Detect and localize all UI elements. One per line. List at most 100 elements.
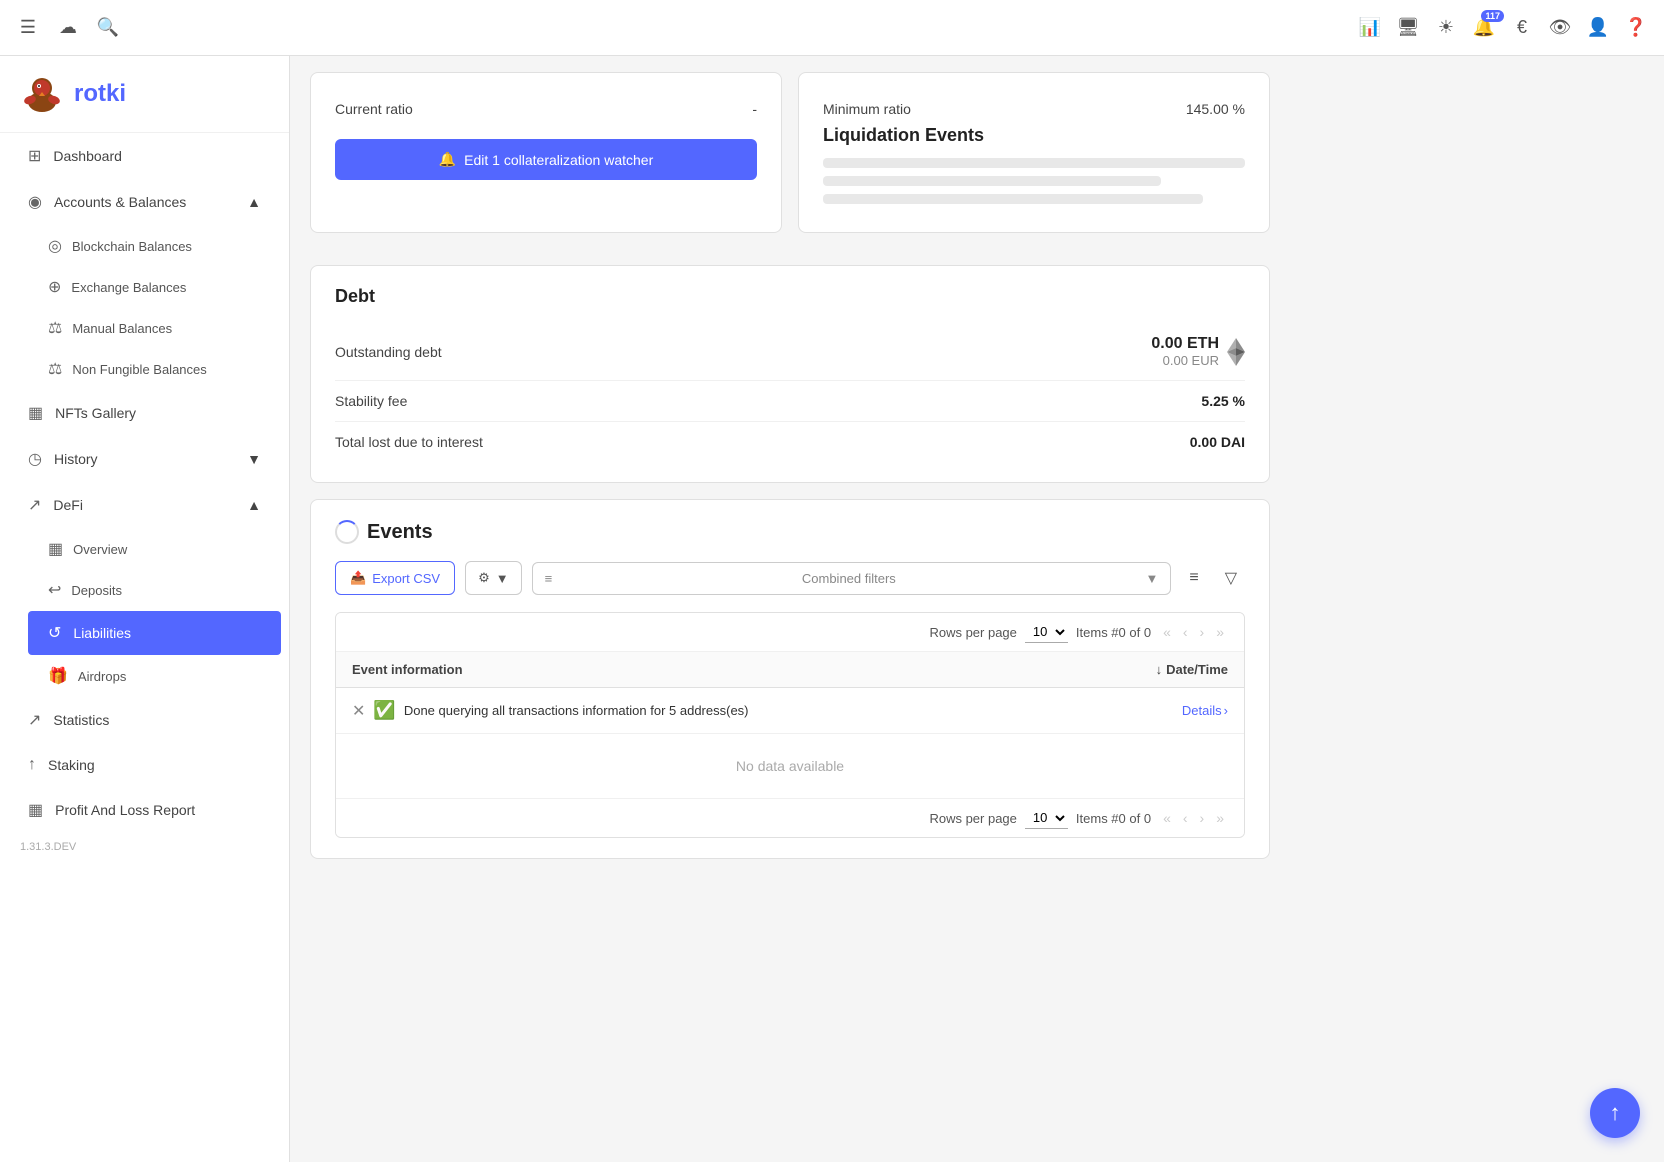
sidebar-group-history[interactable]: ◷ History ▼ [8,437,281,481]
prev-page-button-bottom[interactable]: ‹ [1179,808,1192,828]
menu-icon[interactable]: ☰ [16,16,40,40]
person-icon[interactable]: 👤 [1586,16,1610,40]
top-info-row: Current ratio - 🔔 Edit 1 collateralizati… [310,72,1270,249]
sidebar-item-nonfungible-balances[interactable]: ⚖ Non Fungible Balances [28,349,281,389]
no-data-row: No data available [336,734,1244,798]
sort-icon-button[interactable]: ≡ [1181,561,1206,595]
export-csv-label: Export CSV [372,571,440,586]
sidebar-item-label: DeFi [53,497,83,513]
next-page-button-top[interactable]: › [1196,622,1209,642]
sort-arrow-icon: ↓ [1156,662,1163,677]
outstanding-debt-eur: 0.00 EUR [1151,353,1219,368]
sidebar-logo: rotki [0,56,289,133]
airdrops-icon: 🎁 [48,666,68,686]
sidebar: rotki ⊞ Dashboard ◉ Accounts & Balances … [0,56,290,1162]
bell-small-icon: 🔔 [439,151,456,168]
rows-per-page-label-top: Rows per page [929,625,1016,640]
eth-icon [1227,338,1245,366]
staking-icon: ↑ [28,756,36,774]
edit-collateralization-button[interactable]: 🔔 Edit 1 collateralization watcher [335,139,757,180]
nfts-icon: ▦ [28,403,43,423]
filter-options-button[interactable]: ⚙ ▼ [465,561,522,595]
rows-per-page-select-bottom[interactable]: 10 25 50 [1025,807,1068,829]
help-icon[interactable]: ❓ [1624,16,1648,40]
sidebar-item-airdrops[interactable]: 🎁 Airdrops [28,656,281,696]
sidebar-item-blockchain-balances[interactable]: ◎ Blockchain Balances [28,226,281,266]
eye-icon[interactable]: 👁 [1548,16,1572,40]
last-page-button-top[interactable]: » [1212,622,1228,642]
filter-icon-left: ≡ [545,571,553,586]
export-icon: 📤 [350,570,366,586]
items-count-top: Items #0 of 0 [1076,625,1151,640]
stability-fee-row: Stability fee 5.25 % [335,381,1245,422]
min-ratio-row: Minimum ratio 145.00 % [823,93,1245,125]
top-pagination: Rows per page 10 25 50 Items #0 of 0 « ‹… [336,613,1244,652]
notification-count: 117 [1481,10,1504,22]
table-header-row: Event information ↓ Date/Time [336,652,1244,688]
notification-badge[interactable]: 🔔 117 [1472,16,1496,40]
funnel-icon-button[interactable]: ▽ [1217,560,1245,596]
cloud-icon[interactable]: ☁ [56,16,80,40]
col-header-datetime[interactable]: ↓ Date/Time [1156,662,1228,677]
liabilities-icon: ↺ [48,623,61,643]
chart-icon[interactable]: 📊 [1358,16,1382,40]
last-page-button-bottom[interactable]: » [1212,808,1228,828]
sidebar-group-defi[interactable]: ↗ DeFi ▲ [8,483,281,527]
sidebar-item-liabilities[interactable]: ↺ Liabilities [28,611,281,655]
outstanding-debt-value-block: 0.00 ETH 0.00 EUR [1151,335,1245,368]
skeleton-line-3 [823,194,1203,204]
scroll-to-top-fab[interactable]: ↑ [1590,1088,1640,1138]
debt-card: Debt Outstanding debt 0.00 ETH 0.00 EUR [310,265,1270,483]
sidebar-item-overview[interactable]: ▦ Overview [28,529,281,569]
details-label: Details [1182,703,1222,718]
close-notification-button[interactable]: ✕ [352,701,365,721]
euro-icon[interactable]: € [1510,16,1534,40]
sidebar-item-profit-loss[interactable]: ▦ Profit And Loss Report [8,788,281,832]
notification-row: ✕ ✅ Done querying all transactions infor… [336,688,1244,734]
topbar-right: 📊 🖥 ☀ 🔔 117 € 👁 👤 ❓ [1358,16,1648,40]
sidebar-item-statistics[interactable]: ↗ Statistics [8,698,281,742]
events-table: Rows per page 10 25 50 Items #0 of 0 « ‹… [335,612,1245,838]
sidebar-item-staking[interactable]: ↑ Staking [8,744,281,786]
sun-icon[interactable]: ☀ [1434,16,1458,40]
current-ratio-card: Current ratio - 🔔 Edit 1 collateralizati… [310,72,782,233]
sidebar-item-exchange-balances[interactable]: ⊕ Exchange Balances [28,267,281,307]
display-icon[interactable]: 🖥 [1396,16,1420,40]
combined-filter-dropdown[interactable]: ≡ Combined filters ▼ [532,562,1172,595]
min-ratio-value: 145.00 % [1186,101,1245,117]
sidebar-item-deposits[interactable]: ↩ Deposits [28,570,281,610]
prev-page-button-top[interactable]: ‹ [1179,622,1192,642]
sidebar-item-manual-balances[interactable]: ⚖ Manual Balances [28,308,281,348]
events-header: Events [335,520,1245,544]
next-page-button-bottom[interactable]: › [1196,808,1209,828]
sidebar-accounts-sub: ◎ Blockchain Balances ⊕ Exchange Balance… [0,225,289,390]
details-link[interactable]: Details › [1182,703,1228,718]
items-count-bottom: Items #0 of 0 [1076,811,1151,826]
sidebar-defi-sub: ▦ Overview ↩ Deposits ↺ Liabilities 🎁 Ai… [0,528,289,697]
sidebar-group-accounts[interactable]: ◉ Accounts & Balances ▲ [8,180,281,224]
deposits-icon: ↩ [48,580,61,600]
logo-text: rotki [74,80,126,108]
total-lost-value: 0.00 DAI [1190,434,1245,450]
sliders-icon: ⚙ [478,570,490,586]
bottom-pagination: Rows per page 10 25 50 Items #0 of 0 « ‹… [336,798,1244,837]
nonfungible-icon: ⚖ [48,359,62,379]
sidebar-item-label: Statistics [53,712,109,728]
first-page-button-top[interactable]: « [1159,622,1175,642]
sidebar-item-label: Dashboard [53,148,122,164]
sidebar-item-label: Deposits [71,583,122,598]
export-csv-button[interactable]: 📤 Export CSV [335,561,455,595]
sidebar-item-label: Profit And Loss Report [55,802,195,818]
outstanding-debt-row: Outstanding debt 0.00 ETH 0.00 EUR [335,323,1245,381]
search-icon[interactable]: 🔍 [96,16,120,40]
sidebar-item-nfts[interactable]: ▦ NFTs Gallery [8,391,281,435]
blockchain-icon: ◎ [48,236,62,256]
topbar: ☰ ☁ 🔍 📊 🖥 ☀ 🔔 117 € 👁 👤 ❓ [0,0,1664,56]
sidebar-item-dashboard[interactable]: ⊞ Dashboard [8,134,281,178]
stability-fee-value: 5.25 % [1201,393,1245,409]
first-page-button-bottom[interactable]: « [1159,808,1175,828]
statistics-icon: ↗ [28,710,41,730]
total-lost-row: Total lost due to interest 0.00 DAI [335,422,1245,462]
current-ratio-row: Current ratio - [335,93,757,125]
rows-per-page-select-top[interactable]: 10 25 50 [1025,621,1068,643]
